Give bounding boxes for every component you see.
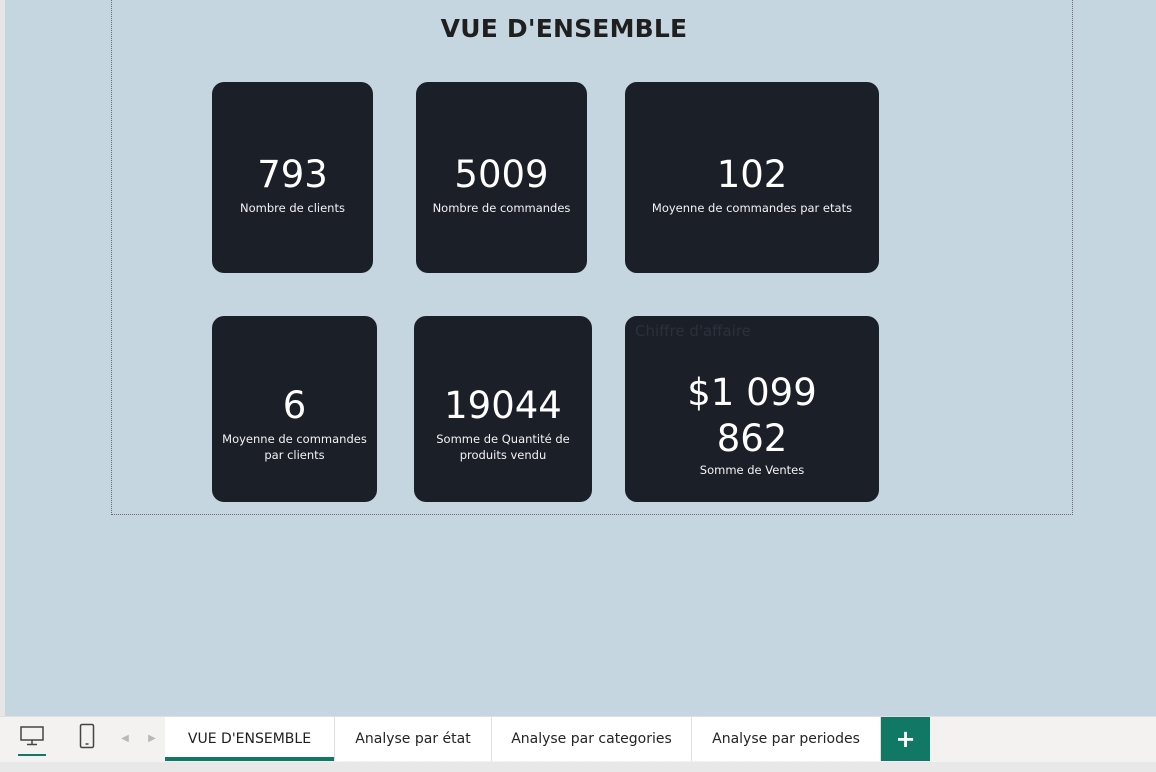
tab-analyse-par-periodes[interactable]: Analyse par periodes (692, 717, 881, 761)
kpi-label-line1: Moyenne de commandes (222, 432, 367, 446)
kpi-label: Nombre de clients (240, 201, 345, 215)
kpi-label-line2: produits vendu (459, 448, 547, 462)
kpi-value-line2: 862 (716, 417, 788, 460)
next-page-button[interactable]: ▶ (145, 728, 159, 748)
desktop-icon (19, 725, 45, 751)
kpi-card-moyenne-etats[interactable]: 102 Moyenne de commandes par etats (625, 82, 879, 273)
kpi-label-line1: Somme de Quantité de (436, 432, 570, 446)
desktop-view-indicator (18, 754, 46, 756)
kpi-label-line2: par clients (264, 448, 325, 462)
kpi-card-ventes[interactable]: Chiffre d'affaire $1 099 862 Somme de Ve… (625, 316, 879, 502)
kpi-card-clients[interactable]: 793 Nombre de clients (212, 82, 373, 273)
tab-label: Analyse par periodes (712, 731, 860, 747)
tab-analyse-par-etat[interactable]: Analyse par état (335, 717, 492, 761)
tab-label: Analyse par categories (511, 731, 672, 747)
bottom-strip (0, 762, 1156, 772)
phone-icon (79, 723, 95, 753)
add-page-button[interactable]: + (881, 717, 930, 761)
tab-vue-d-ensemble[interactable]: VUE D'ENSEMBLE (165, 717, 335, 761)
phone-view-button[interactable] (72, 718, 102, 758)
chevron-right-icon: ▶ (148, 732, 156, 744)
kpi-value: 793 (257, 153, 328, 196)
kpi-value: 102 (716, 153, 788, 196)
kpi-label: Somme de Ventes (699, 463, 805, 477)
kpi-card-quantite[interactable]: 19044 Somme de Quantité de produits vend… (414, 316, 592, 502)
kpi-card-commandes[interactable]: 5009 Nombre de commandes (416, 82, 587, 273)
kpi-card-title: Chiffre d'affaire (635, 322, 751, 340)
tab-analyse-par-categories[interactable]: Analyse par categories (492, 717, 692, 761)
plus-icon: + (895, 725, 916, 753)
tab-label: VUE D'ENSEMBLE (187, 731, 312, 747)
kpi-value: 19044 (444, 384, 562, 427)
tab-label: Analyse par état (355, 731, 471, 747)
chevron-left-icon: ◀ (121, 732, 129, 744)
kpi-value: 6 (282, 384, 307, 427)
desktop-view-button[interactable] (14, 718, 50, 758)
report-app: VUE D'ENSEMBLE 793 Nombre de clients 500… (0, 0, 1156, 772)
kpi-card-moyenne-clients[interactable]: 6 Moyenne de commandes par clients (212, 316, 377, 502)
previous-page-button[interactable]: ◀ (118, 728, 132, 748)
kpi-label: Moyenne de commandes par etats (651, 201, 853, 215)
kpi-value-line1: $1 099 (687, 371, 817, 414)
report-canvas: VUE D'ENSEMBLE 793 Nombre de clients 500… (5, 0, 1156, 716)
kpi-label: Nombre de commandes (432, 201, 571, 215)
kpi-value: 5009 (454, 153, 549, 196)
page-title: VUE D'ENSEMBLE (440, 14, 688, 43)
